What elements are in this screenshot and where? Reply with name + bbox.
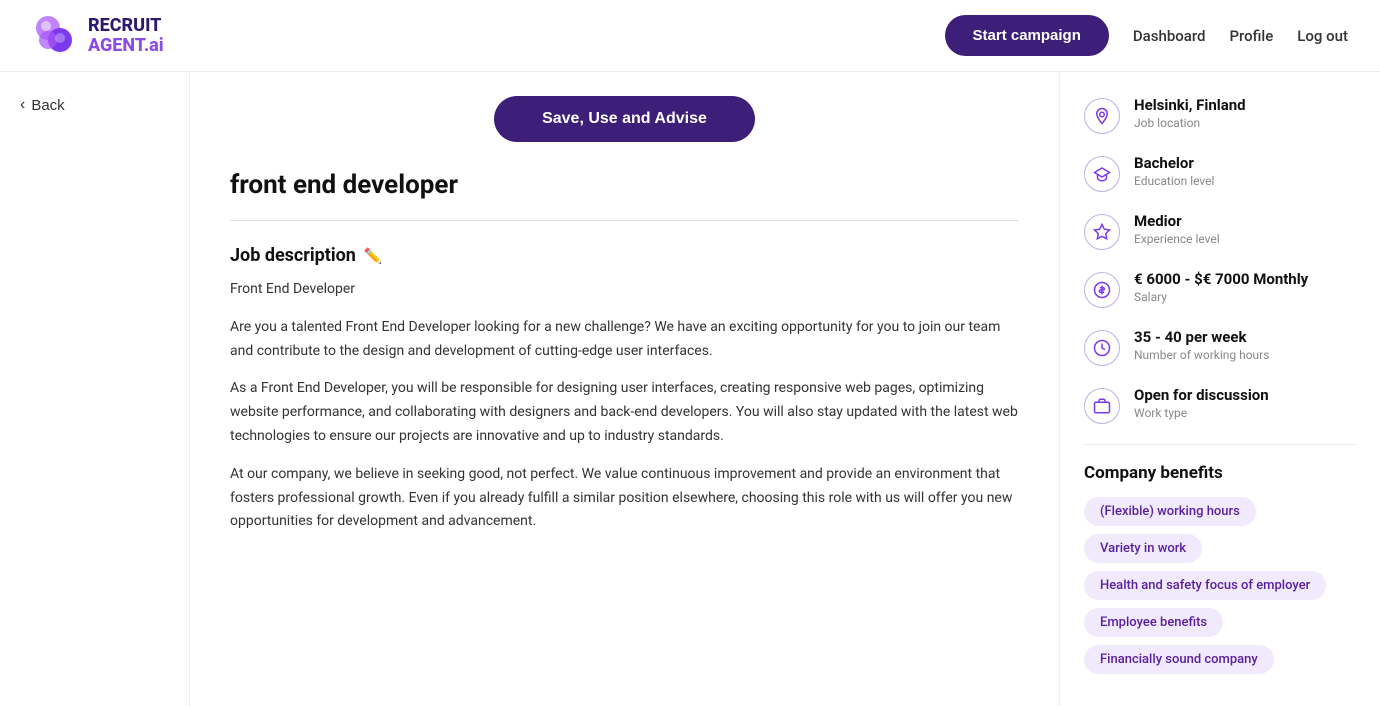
right-panel: Helsinki, Finland Job location Bachelor …: [1060, 72, 1380, 706]
hours-value: 35 - 40 per week: [1134, 328, 1269, 348]
job-desc-para1: Are you a talented Front End Developer l…: [230, 316, 1019, 364]
save-use-advise-button[interactable]: Save, Use and Advise: [494, 96, 755, 142]
logo-text: RECRUIT AGENT.ai: [88, 16, 164, 56]
benefit-tag-3: Employee benefits: [1084, 608, 1223, 637]
content-area: Save, Use and Advise front end developer…: [190, 72, 1060, 706]
benefits-tags: (Flexible) working hours Variety in work H…: [1084, 497, 1356, 674]
dashboard-link[interactable]: Dashboard: [1133, 27, 1206, 45]
work-type-icon: [1084, 388, 1120, 424]
job-desc-para3: At our company, we believe in seeking go…: [230, 463, 1019, 534]
profile-link[interactable]: Profile: [1229, 27, 1273, 45]
benefit-tag-2: Health and safety focus of employer: [1084, 571, 1326, 600]
hours-row: 35 - 40 per week Number of working hours: [1084, 328, 1356, 366]
salary-info: € 6000 - $€ 7000 Monthly Salary: [1134, 270, 1308, 304]
location-icon: [1084, 98, 1120, 134]
work-type-row: Open for discussion Work type: [1084, 386, 1356, 424]
salary-value: € 6000 - $€ 7000 Monthly: [1134, 270, 1308, 290]
work-type-info: Open for discussion Work type: [1134, 386, 1269, 420]
job-title: front end developer: [230, 170, 1019, 200]
work-type-label: Work type: [1134, 406, 1269, 420]
job-description-heading: Job description ✏️: [230, 245, 1019, 266]
back-label: Back: [31, 97, 64, 114]
salary-icon: [1084, 272, 1120, 308]
hours-icon: [1084, 330, 1120, 366]
benefit-tag-4: Financially sound company: [1084, 645, 1274, 674]
hours-label: Number of working hours: [1134, 348, 1269, 362]
job-desc-intro: Front End Developer: [230, 278, 1019, 302]
education-icon: [1084, 156, 1120, 192]
header: RECRUIT AGENT.ai Start campaign Dashboar…: [0, 0, 1380, 72]
hours-info: 35 - 40 per week Number of working hours: [1134, 328, 1269, 362]
logo-icon: [32, 12, 80, 60]
logo[interactable]: RECRUIT AGENT.ai: [32, 12, 164, 60]
title-divider: [230, 220, 1019, 221]
job-desc-para2: As a Front End Developer, you will be re…: [230, 377, 1019, 448]
job-location-row: Helsinki, Finland Job location: [1084, 96, 1356, 134]
benefit-tag-0: (Flexible) working hours: [1084, 497, 1256, 526]
sidebar: ‹ Back: [0, 72, 190, 706]
job-location-info: Helsinki, Finland Job location: [1134, 96, 1246, 130]
benefits-divider: [1084, 444, 1356, 445]
experience-row: Medior Experience level: [1084, 212, 1356, 250]
education-label: Education level: [1134, 174, 1214, 188]
salary-row: € 6000 - $€ 7000 Monthly Salary: [1084, 270, 1356, 308]
main-layout: ‹ Back Save, Use and Advise front end de…: [0, 72, 1380, 706]
education-value: Bachelor: [1134, 154, 1214, 174]
work-type-value: Open for discussion: [1134, 386, 1269, 406]
education-row: Bachelor Education level: [1084, 154, 1356, 192]
benefit-tag-1: Variety in work: [1084, 534, 1202, 563]
job-location-label: Job location: [1134, 116, 1246, 130]
experience-info: Medior Experience level: [1134, 212, 1220, 246]
experience-icon: [1084, 214, 1120, 250]
education-info: Bachelor Education level: [1134, 154, 1214, 188]
job-description-label: Job description: [230, 245, 356, 266]
experience-value: Medior: [1134, 212, 1220, 232]
job-description-text: Front End Developer Are you a talented F…: [230, 278, 1019, 534]
benefits-heading: Company benefits: [1084, 463, 1356, 483]
back-chevron-icon: ‹: [20, 96, 25, 114]
logout-link[interactable]: Log out: [1297, 27, 1348, 45]
salary-label: Salary: [1134, 290, 1308, 304]
header-nav: Start campaign Dashboard Profile Log out: [945, 15, 1348, 56]
edit-icon[interactable]: ✏️: [364, 247, 383, 265]
experience-label: Experience level: [1134, 232, 1220, 246]
start-campaign-button[interactable]: Start campaign: [945, 15, 1109, 56]
job-location-value: Helsinki, Finland: [1134, 96, 1246, 116]
back-button[interactable]: ‹ Back: [20, 96, 65, 114]
